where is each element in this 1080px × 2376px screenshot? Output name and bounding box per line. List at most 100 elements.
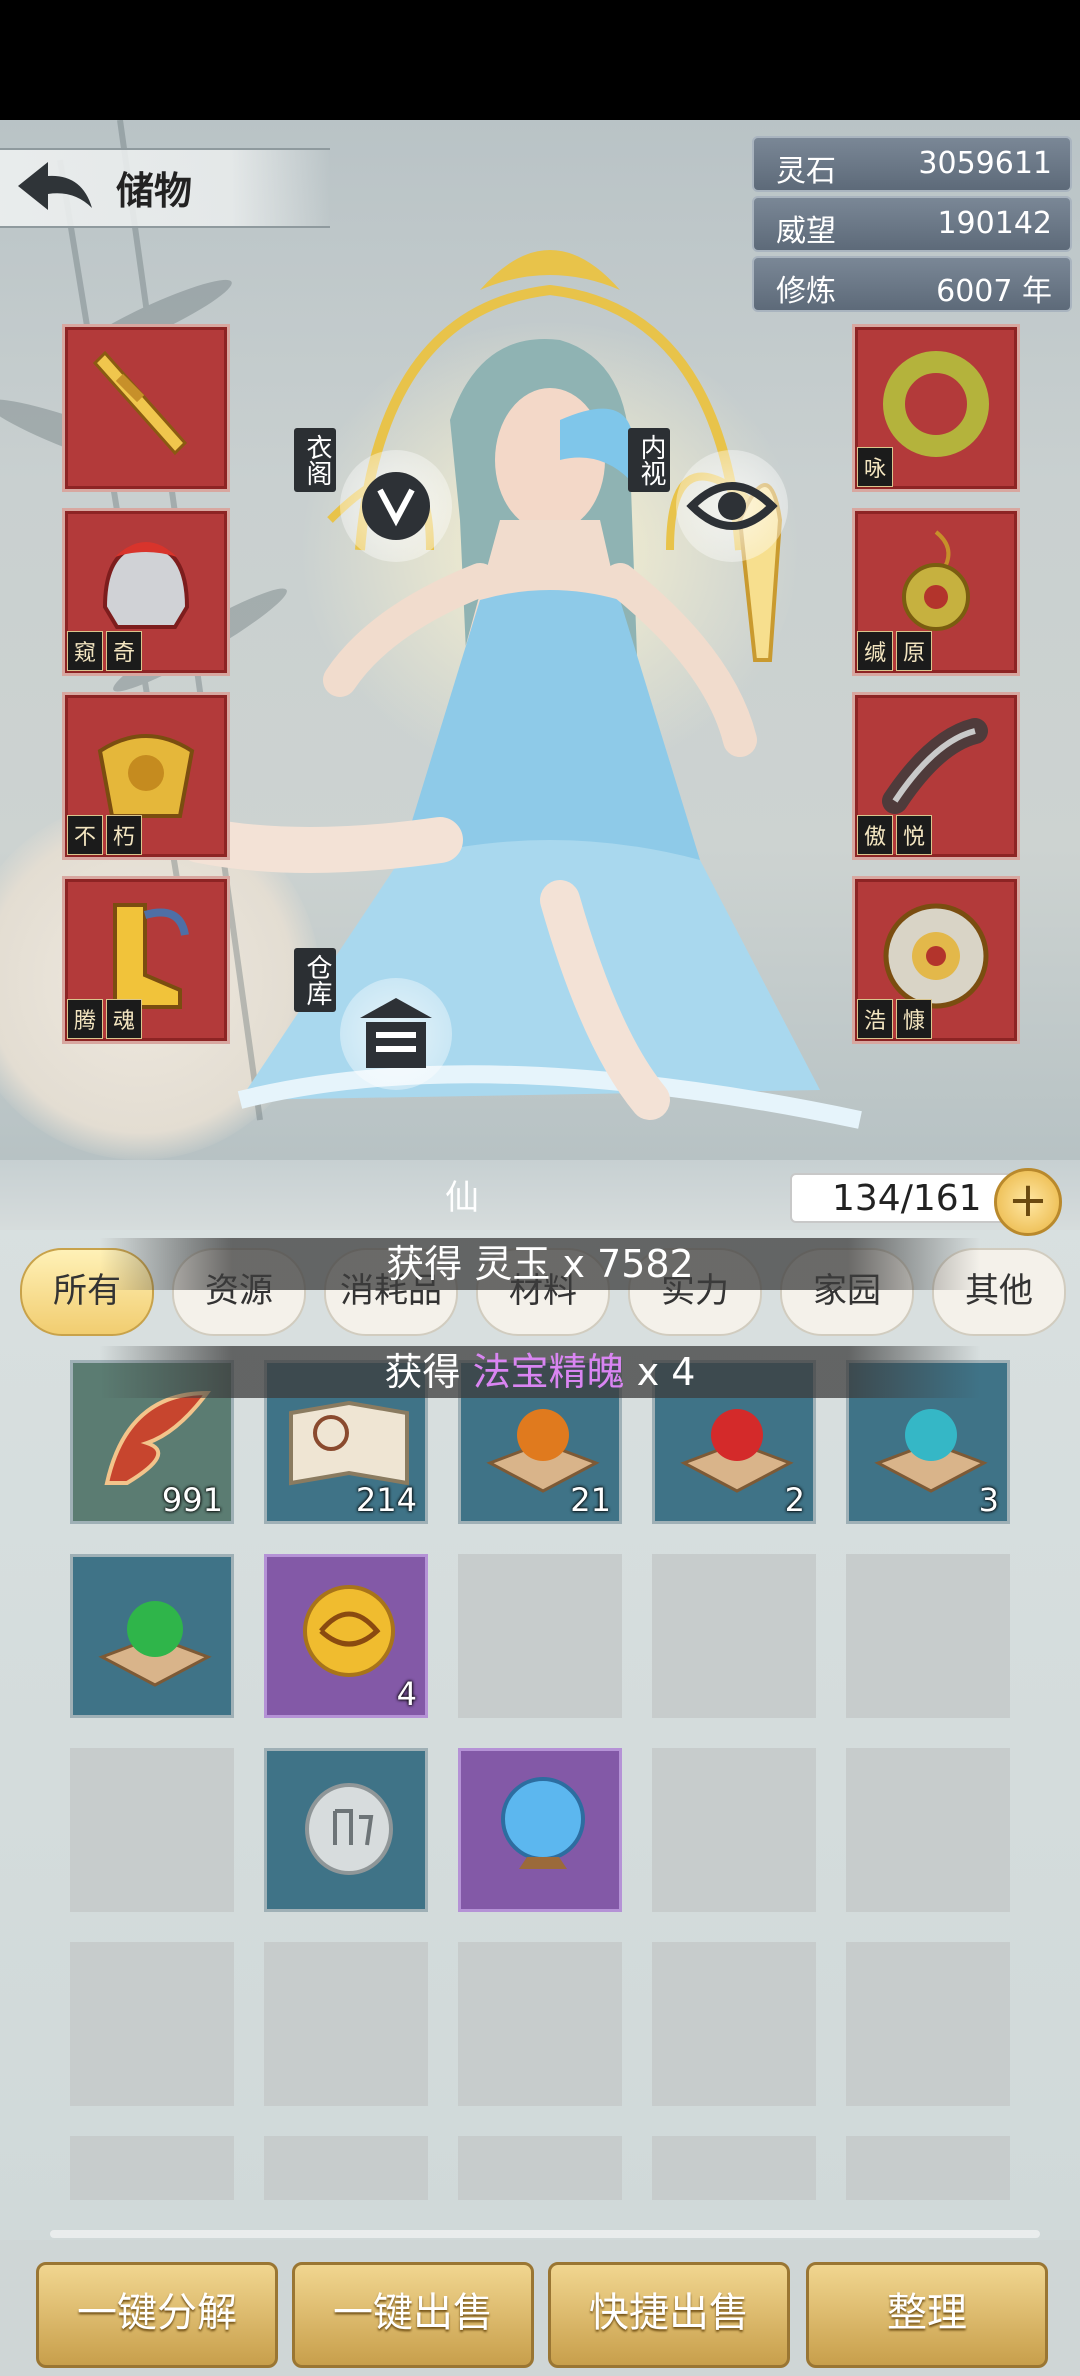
equip-seal: 浩 慷 — [857, 999, 932, 1039]
equip-seal: 窥 奇 — [67, 631, 142, 671]
seal-char: 魂 — [106, 999, 142, 1039]
seal-char: 慷 — [896, 999, 932, 1039]
currency-spirit-stone: 灵石 3059611 — [752, 136, 1072, 192]
empty-slot — [846, 1554, 1010, 1718]
quick-sell-button[interactable]: 快捷出售 — [548, 2262, 790, 2368]
one-click-decompose-button[interactable]: 一键分解 — [36, 2262, 278, 2368]
toast-item: 法宝精魄 — [472, 1350, 625, 1394]
equip-slot-boots[interactable]: 腾 魂 — [62, 876, 230, 1044]
item-count: 2 — [784, 1481, 805, 1519]
toast-suffix: x 7582 — [550, 1242, 694, 1286]
inventory-panel: 仙 134/161 + 所有 资源 消耗品 材料 实力 家园 其他 991 21… — [0, 1160, 1080, 2376]
inner-view-button[interactable] — [676, 450, 788, 562]
status-bar — [0, 0, 1080, 120]
equip-seal: 傲 悦 — [857, 815, 932, 855]
empty-slot — [458, 1942, 622, 2106]
expand-capacity-button[interactable]: + — [994, 1168, 1062, 1236]
toast-prefix: 获得 — [386, 1242, 475, 1286]
sword-icon — [92, 350, 188, 456]
item-count: 3 — [978, 1481, 999, 1519]
organize-button[interactable]: 整理 — [806, 2262, 1048, 2368]
inner-view-label: 内视 — [628, 428, 670, 492]
inventory-item[interactable]: 4 — [264, 1554, 428, 1718]
warehouse-icon — [360, 998, 432, 1068]
inventory-capacity: 134/161 — [790, 1173, 1020, 1223]
seal-char: 腾 — [67, 999, 103, 1039]
empty-slot — [846, 1942, 1010, 2106]
toast-suffix: x 4 — [624, 1350, 696, 1394]
currency-value: 190142 — [937, 206, 1052, 241]
eye-icon — [686, 482, 778, 530]
empty-slot — [264, 2136, 428, 2200]
empty-slot — [458, 2136, 622, 2200]
blue-crystal-ball-icon — [501, 1777, 585, 1869]
wardrobe-icon — [362, 472, 430, 540]
equip-slot-amulet[interactable]: 缄 原 — [852, 508, 1020, 676]
equip-seal: 缄 原 — [857, 631, 932, 671]
section-label: 仙 — [445, 1178, 479, 1218]
currency-label: 灵石 — [776, 154, 836, 189]
empty-slot — [70, 1748, 234, 1912]
page-title: 储物 — [116, 169, 193, 213]
back-arrow-icon — [18, 162, 92, 210]
equip-slot-helmet[interactable]: 窥 奇 — [62, 508, 230, 676]
equip-slot-weapon[interactable] — [62, 324, 230, 492]
equip-slot-ring[interactable]: 咏 — [852, 324, 1020, 492]
inventory-item[interactable] — [264, 1748, 428, 1912]
equip-slot-armor[interactable]: 不 朽 — [62, 692, 230, 860]
item-count: 991 — [161, 1481, 223, 1519]
empty-slot — [846, 2136, 1010, 2200]
item-count: 21 — [570, 1481, 611, 1519]
empty-slot — [652, 1554, 816, 1718]
seal-char: 不 — [67, 815, 103, 855]
equip-slot-shield[interactable]: 浩 慷 — [852, 876, 1020, 1044]
inventory-scrollbar[interactable] — [50, 2230, 1040, 2238]
toast-prefix: 获得 — [384, 1350, 473, 1394]
one-click-sell-button[interactable]: 一键出售 — [292, 2262, 534, 2368]
seal-char: 咏 — [857, 447, 893, 487]
seal-char: 奇 — [106, 631, 142, 671]
header-bar: 储物 — [0, 148, 330, 228]
inventory-item[interactable] — [458, 1748, 622, 1912]
silver-rune-stone-icon — [305, 1783, 393, 1875]
back-button[interactable] — [12, 158, 96, 218]
currency-value: 3059611 — [918, 146, 1052, 181]
warehouse-label: 仓库 — [294, 948, 336, 1012]
empty-slot — [652, 1748, 816, 1912]
action-bar: 一键分解 一键出售 快捷出售 整理 — [0, 2240, 1080, 2376]
green-orb-box-icon — [98, 1601, 212, 1687]
inventory-section-label: 仙 — [370, 1166, 610, 1222]
empty-slot — [70, 2136, 234, 2200]
currency-cultivation: 修炼 6007 年 — [752, 256, 1072, 312]
empty-slot — [652, 2136, 816, 2200]
item-count: 214 — [355, 1481, 417, 1519]
reward-toast: 获得 法宝精魄 x 4 — [100, 1346, 980, 1398]
wardrobe-label: 衣阁 — [294, 428, 336, 492]
inventory-header: 仙 134/161 + — [0, 1160, 1080, 1236]
seal-char: 浩 — [857, 999, 893, 1039]
toast-item: 灵玉 — [474, 1242, 551, 1286]
seal-char: 缄 — [857, 631, 893, 671]
reward-toast: 获得 灵玉 x 7582 — [100, 1238, 980, 1290]
equip-seal: 腾 魂 — [67, 999, 142, 1039]
equip-seal: 咏 — [857, 447, 893, 487]
seal-char: 傲 — [857, 815, 893, 855]
empty-slot — [652, 1942, 816, 2106]
empty-slot — [264, 1942, 428, 2106]
character-portrait[interactable] — [180, 220, 940, 1160]
character-scene: 储物 灵石 3059611 威望 190142 修炼 6007 年 窥 奇 不 … — [0, 120, 1080, 1160]
seal-char: 窥 — [67, 631, 103, 671]
jade-ring-icon — [883, 351, 989, 457]
wardrobe-button[interactable] — [340, 450, 452, 562]
warehouse-button[interactable] — [340, 978, 452, 1090]
empty-slot — [846, 1748, 1010, 1912]
currency-prestige: 威望 190142 — [752, 196, 1072, 252]
inventory-item[interactable] — [70, 1554, 234, 1718]
equip-slot-bracer[interactable]: 傲 悦 — [852, 692, 1020, 860]
seal-char: 朽 — [106, 815, 142, 855]
seal-char: 原 — [896, 631, 932, 671]
currency-value: 6007 年 — [936, 274, 1052, 309]
currency-label: 威望 — [776, 214, 836, 249]
currency-label: 修炼 — [776, 274, 836, 309]
empty-slot — [458, 1554, 622, 1718]
